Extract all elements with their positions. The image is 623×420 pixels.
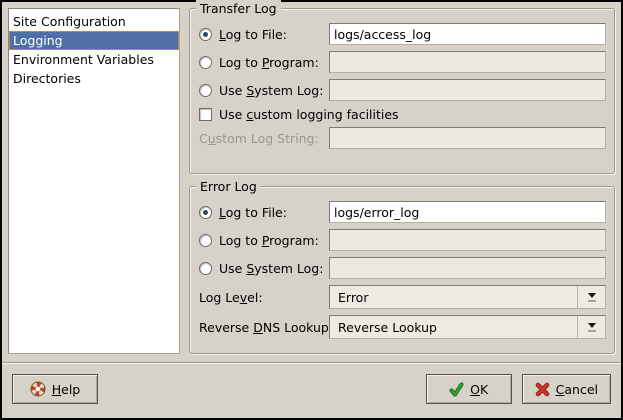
use-custom-logging-checkbox-label[interactable]: Use custom logging facilities <box>199 107 606 122</box>
reverse-dns-value: Reverse Lookup <box>330 316 577 338</box>
sidebar-item-label: Directories <box>13 71 81 86</box>
error-log-frame: Error Log Log to File: Log to Program: <box>189 186 615 354</box>
sidebar-item-environment-variables[interactable]: Environment Variables <box>9 50 179 69</box>
transfer-use-system-log-radio-label[interactable]: Use System Log: <box>199 83 329 98</box>
radio-button-icon[interactable] <box>199 262 212 275</box>
custom-log-string-label: Custom Log String: <box>199 131 329 146</box>
error-log-to-file-radio-label[interactable]: Log to File: <box>199 205 329 220</box>
error-log-file-input[interactable] <box>329 201 606 223</box>
custom-log-string-row: Custom Log String: <box>199 127 606 149</box>
error-system-log-input <box>329 257 606 279</box>
error-log-program-input <box>329 229 606 251</box>
custom-logging-row: Use custom logging facilities <box>199 107 606 122</box>
radio-label-text: Log to Program: <box>219 55 319 70</box>
sidebar-item-logging[interactable]: Logging <box>9 31 179 50</box>
logging-panel: Transfer Log Log to File: Log to Program… <box>189 8 615 354</box>
transfer-log-program-input <box>329 51 606 73</box>
sidebar-item-label: Logging <box>13 33 63 48</box>
error-use-system-log-row: Use System Log: <box>199 257 606 279</box>
chevron-down-icon <box>588 293 596 298</box>
cancel-button[interactable]: Cancel <box>522 374 611 404</box>
button-bar: Help OK Cancel <box>2 364 621 414</box>
config-section-list: Site Configuration Logging Environment V… <box>8 8 180 354</box>
help-button-label: Help <box>52 382 81 397</box>
error-log-frame-title: Error Log <box>196 178 261 195</box>
log-level-value: Error <box>330 286 577 308</box>
sidebar-item-label: Site Configuration <box>13 14 126 29</box>
error-use-system-log-radio-label[interactable]: Use System Log: <box>199 261 329 276</box>
reverse-dns-row: Reverse DNS Lookup: Reverse Lookup <box>199 315 606 339</box>
logging-dialog: { "colors": { "dialog_bg": "#d6d2ca", "s… <box>0 0 623 420</box>
transfer-log-frame: Transfer Log Log to File: Log to Program… <box>189 8 615 174</box>
radio-button-icon[interactable] <box>199 84 212 97</box>
ok-button-label: OK <box>470 382 488 397</box>
radio-button-icon[interactable] <box>199 206 212 219</box>
log-level-dropdown[interactable]: Error <box>329 285 606 309</box>
sidebar-item-directories[interactable]: Directories <box>9 69 179 88</box>
radio-label-text: Use System Log: <box>219 83 323 98</box>
transfer-use-system-log-row: Use System Log: <box>199 79 606 101</box>
chevron-underline <box>588 300 596 302</box>
transfer-log-to-program-radio-label[interactable]: Log to Program: <box>199 55 329 70</box>
cancel-x-icon <box>535 382 550 397</box>
transfer-log-frame-title: Transfer Log <box>196 0 281 17</box>
radio-button-icon[interactable] <box>199 234 212 247</box>
error-log-to-program-row: Log to Program: <box>199 229 606 251</box>
ok-button[interactable]: OK <box>426 374 512 404</box>
chevron-underline <box>588 330 596 332</box>
radio-button-icon[interactable] <box>199 28 212 41</box>
radio-button-icon[interactable] <box>199 56 212 69</box>
checkbox-label-text: Use custom logging facilities <box>219 107 399 122</box>
reverse-dns-dropdown-button[interactable] <box>577 316 605 338</box>
radio-label-text: Log to File: <box>219 205 287 220</box>
radio-dot <box>203 210 208 215</box>
ok-check-icon <box>449 382 464 397</box>
chevron-down-icon <box>588 323 596 328</box>
transfer-system-log-input <box>329 79 606 101</box>
transfer-log-to-file-radio-label[interactable]: Log to File: <box>199 27 329 42</box>
cancel-button-label: Cancel <box>556 382 598 397</box>
radio-label-text: Use System Log: <box>219 261 323 276</box>
sidebar-item-site-configuration[interactable]: Site Configuration <box>9 12 179 31</box>
transfer-log-to-program-row: Log to Program: <box>199 51 606 73</box>
transfer-log-to-file-row: Log to File: <box>199 23 606 45</box>
log-level-dropdown-button[interactable] <box>577 286 605 308</box>
help-button[interactable]: Help <box>12 374 98 404</box>
log-level-row: Log Level: Error <box>199 285 606 309</box>
dialog-body: Site Configuration Logging Environment V… <box>2 2 621 354</box>
sidebar-item-label: Environment Variables <box>13 52 154 67</box>
reverse-dns-label: Reverse DNS Lookup: <box>199 320 329 335</box>
error-log-to-file-row: Log to File: <box>199 201 606 223</box>
checkbox-icon[interactable] <box>199 108 212 121</box>
help-lifesaver-icon <box>30 381 46 397</box>
custom-log-string-input <box>329 127 606 149</box>
log-level-label: Log Level: <box>199 290 329 305</box>
error-log-to-program-radio-label[interactable]: Log to Program: <box>199 233 329 248</box>
radio-label-text: Log to Program: <box>219 233 319 248</box>
transfer-log-file-input[interactable] <box>329 23 606 45</box>
radio-dot <box>203 32 208 37</box>
reverse-dns-dropdown[interactable]: Reverse Lookup <box>329 315 606 339</box>
radio-label-text: Log to File: <box>219 27 287 42</box>
